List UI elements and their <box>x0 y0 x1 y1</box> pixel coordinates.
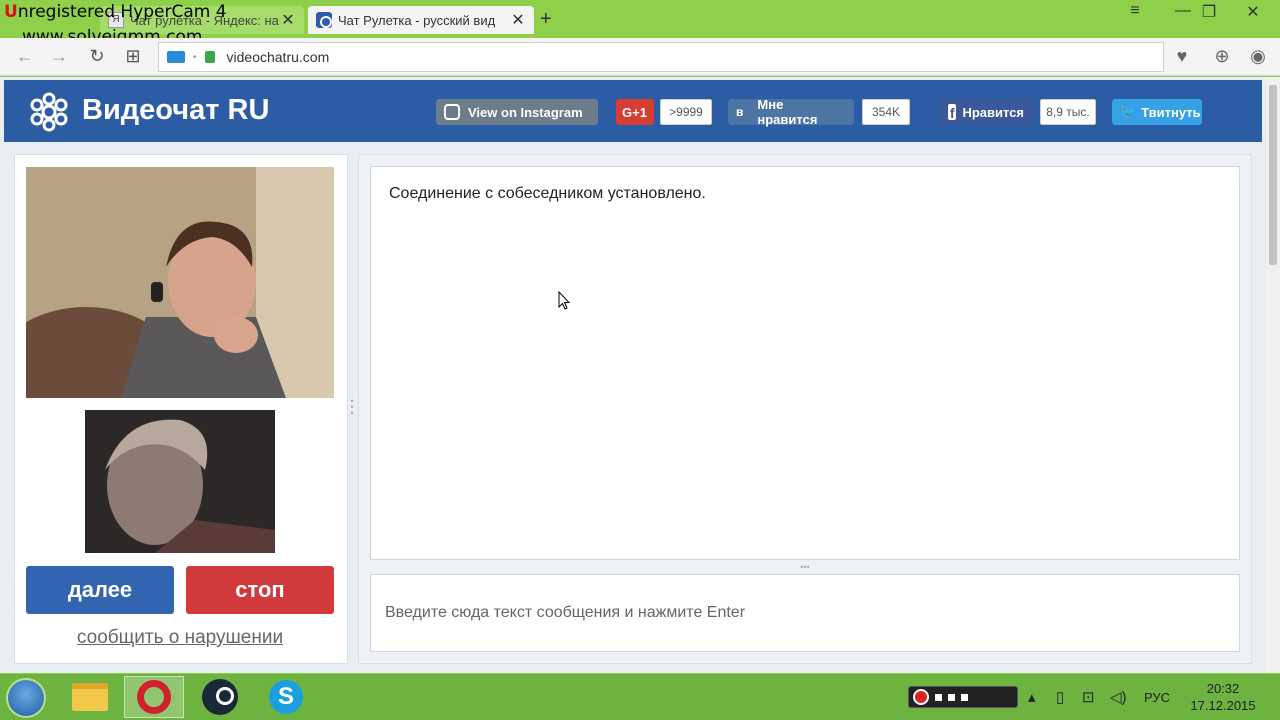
fb-like-button[interactable]: f Нравится <box>940 99 1032 125</box>
tab-close-icon[interactable]: ✕ <box>510 10 526 30</box>
tab-label: Чат Рулетка - русский вид <box>338 12 496 28</box>
pause-record-icon[interactable] <box>948 693 955 701</box>
instagram-button[interactable]: View on Instagram <box>436 99 598 125</box>
site-header: Видеочат RU View on Instagram G+1 >9999 … <box>4 80 1262 142</box>
separator-dot: • <box>193 51 197 63</box>
system-message: Соединение с собеседником установлено. <box>389 185 706 202</box>
videochat-favicon-icon <box>316 12 332 28</box>
chat-log: Соединение с собеседником установлено. <box>370 166 1240 560</box>
volume-icon[interactable]: ◁) <box>1110 688 1127 706</box>
next-button[interactable]: далее <box>26 566 174 614</box>
forward-icon[interactable]: → <box>48 46 70 67</box>
clock-time: 20:32 <box>1206 681 1240 696</box>
scrollbar-thumb[interactable] <box>1269 85 1277 265</box>
vk-icon: в <box>736 105 744 119</box>
settings-record-icon[interactable] <box>961 693 968 701</box>
tab-videochat[interactable]: Чат Рулетка - русский вид ✕ <box>308 6 534 34</box>
new-tab-icon[interactable]: + <box>540 8 552 31</box>
partner-video-frame <box>26 167 334 398</box>
download-icon[interactable]: ⊕ <box>1210 46 1234 67</box>
self-video <box>85 410 275 553</box>
stop-button[interactable]: стоп <box>186 566 334 614</box>
instagram-label: View on Instagram <box>468 104 583 120</box>
gplus-button[interactable]: G+1 <box>616 99 654 125</box>
self-video-frame <box>85 410 275 553</box>
vk-count: 354K <box>862 99 910 125</box>
twitter-label: Твитнуть <box>1141 104 1201 120</box>
taskbar-steam[interactable] <box>190 676 250 718</box>
gplus-label: G+1 <box>622 104 647 120</box>
stop-record-icon[interactable] <box>935 693 942 701</box>
restore-icon[interactable]: ❐ <box>1194 2 1224 22</box>
report-violation-link[interactable]: сообщить о нарушении <box>26 627 334 649</box>
network-icon[interactable]: ⊡ <box>1082 688 1095 706</box>
twitter-bird-icon: 🐦 <box>1120 104 1137 119</box>
gplus-count: >9999 <box>660 99 712 125</box>
logo-icon <box>30 92 68 132</box>
horizontal-resize-handle[interactable]: ••• <box>795 562 815 572</box>
hypercam-controls[interactable] <box>908 686 1018 708</box>
vk-label: Мне нравится <box>757 97 818 127</box>
record-icon[interactable] <box>913 689 929 705</box>
skype-icon: S <box>269 680 303 714</box>
vertical-resize-handle[interactable]: • • • <box>348 397 356 420</box>
chat-message-input[interactable] <box>370 574 1240 652</box>
steam-icon <box>202 679 238 715</box>
taskbar-skype[interactable]: S <box>256 676 316 718</box>
device-icon[interactable]: ▯ <box>1056 688 1064 706</box>
address-bar[interactable]: • videochatru.com <box>158 42 1164 72</box>
url-text: videochatru.com <box>226 49 330 65</box>
account-icon[interactable]: ◉ <box>1246 46 1270 67</box>
taskbar-opera[interactable] <box>124 676 184 718</box>
opera-menu-icon[interactable]: ≡ <box>1120 2 1150 20</box>
opera-icon <box>137 680 171 714</box>
system-clock[interactable]: 20:32 17.12.2015 <box>1186 680 1260 714</box>
back-icon[interactable]: ← <box>14 46 36 67</box>
reload-icon[interactable]: ↻ <box>86 46 108 67</box>
folder-icon <box>72 683 108 711</box>
camera-indicator-icon[interactable] <box>167 51 185 63</box>
tab-close-icon[interactable]: ✕ <box>280 10 296 30</box>
mouse-cursor-icon <box>558 291 570 310</box>
taskbar-explorer[interactable] <box>60 676 120 718</box>
vk-like-button[interactable]: в Мне нравится <box>728 97 854 127</box>
instagram-icon <box>444 104 460 120</box>
speed-dial-icon[interactable]: ⊞ <box>122 46 144 67</box>
lock-icon[interactable] <box>204 51 215 63</box>
tray-expand-icon[interactable]: ▴ <box>1028 688 1036 706</box>
browser-navbar: ← → ↻ ⊞ • videochatru.com ♥ ⊕ ◉ <box>0 38 1280 76</box>
start-button-icon[interactable] <box>6 678 46 718</box>
fb-count: 8,9 тыс. <box>1040 99 1096 125</box>
site-logo-text[interactable]: Видеочат RU <box>82 94 269 127</box>
twitter-tweet-button[interactable]: 🐦 Твитнуть <box>1112 99 1202 125</box>
partner-video <box>26 167 334 398</box>
hypercam-watermark: Unregistered HyperCam 4 <box>4 2 227 22</box>
bookmark-heart-icon[interactable]: ♥ <box>1170 46 1194 67</box>
close-window-icon[interactable]: ✕ <box>1238 2 1268 22</box>
page-scrollbar[interactable] <box>1266 77 1280 673</box>
fb-label: Нравится <box>962 104 1024 120</box>
language-indicator[interactable]: РУС <box>1144 690 1170 705</box>
facebook-icon: f <box>948 104 957 121</box>
clock-date: 17.12.2015 <box>1190 698 1256 713</box>
